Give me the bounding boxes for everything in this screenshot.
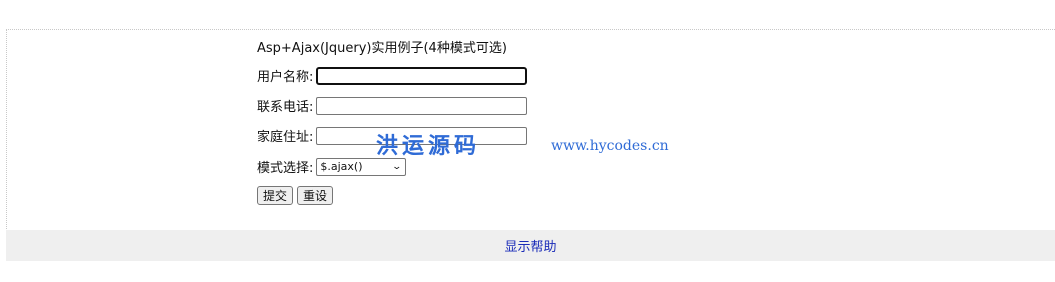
form-title: Asp+Ajax(Jquery)实用例子(4种模式可选): [257, 41, 507, 56]
mode-select[interactable]: $.ajax() ⌄: [316, 157, 407, 176]
username-label: 用户名称:: [257, 70, 314, 85]
watermark-brand: 洪运源码: [376, 133, 481, 159]
chevron-down-icon: ⌄: [391, 161, 402, 172]
mode-select-value: $.ajax(): [320, 160, 363, 173]
mode-label: 模式选择:: [257, 161, 314, 176]
form-panel: [6, 29, 1055, 229]
phone-row: 联系电话:: [257, 96, 528, 115]
watermark-url: www.hycodes.cn: [551, 138, 669, 154]
username-input[interactable]: [316, 66, 528, 85]
phone-input[interactable]: [316, 96, 528, 115]
phone-label: 联系电话:: [257, 100, 314, 115]
button-row: 提交 重设: [257, 186, 337, 205]
show-help-link[interactable]: 显示帮助: [504, 236, 556, 255]
username-row: 用户名称:: [257, 66, 528, 85]
address-label: 家庭住址:: [257, 130, 314, 145]
reset-button[interactable]: 重设: [297, 186, 334, 205]
submit-button[interactable]: 提交: [257, 186, 294, 205]
footer-bar: 显示帮助: [6, 230, 1055, 261]
